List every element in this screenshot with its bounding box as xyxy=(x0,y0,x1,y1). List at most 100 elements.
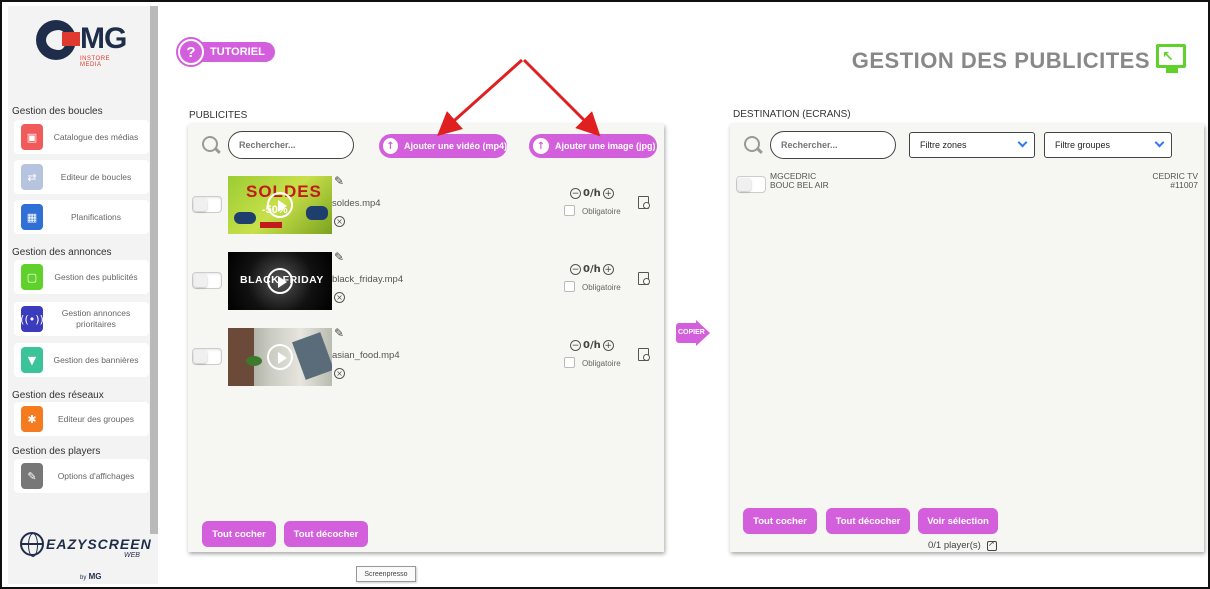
sidebar-item-media-catalog[interactable]: ▣ Catalogue des médias xyxy=(14,120,149,154)
media-catalog-icon: ▣ xyxy=(21,124,43,150)
ads-screen-icon: ▢ xyxy=(21,264,43,290)
sidebar-item-label: Planifications xyxy=(70,211,122,222)
publicites-search xyxy=(202,131,354,159)
ad-select-toggle[interactable] xyxy=(192,196,222,213)
uncheck-all-button[interactable]: Tout décocher xyxy=(284,521,368,547)
sidebar-item-group-editor[interactable]: ✱ Editeur des groupes xyxy=(14,402,149,436)
ad-thumbnail[interactable]: SOLDES -50% xyxy=(228,176,332,234)
section-title-players: Gestion des players xyxy=(12,446,101,457)
ad-thumbnail[interactable]: BLACK FRIDAY xyxy=(228,252,332,310)
delete-icon[interactable]: × xyxy=(334,292,345,303)
check-all-button[interactable]: Tout cocher xyxy=(202,521,276,547)
search-icon xyxy=(202,136,220,154)
tutorial-button[interactable]: ? TUTORIEL xyxy=(178,38,275,66)
add-video-button[interactable]: ↑ Ajouter une vidéo (mp4) xyxy=(379,134,507,158)
help-icon: ? xyxy=(178,39,204,65)
preview-icon[interactable] xyxy=(638,272,650,285)
increase-icon[interactable]: + xyxy=(602,340,614,351)
dest-check-all-button[interactable]: Tout cocher xyxy=(743,508,817,534)
eazyscreen-text: EAZYSCREEN xyxy=(46,536,152,552)
delete-icon[interactable]: × xyxy=(334,368,345,379)
ad-row: SOLDES -50% ✎ soldes.mp4 × −0/h + Obligat… xyxy=(192,174,652,238)
mandatory-checkbox[interactable] xyxy=(564,205,575,216)
play-icon[interactable] xyxy=(267,192,293,218)
globe-icon xyxy=(20,532,44,557)
ad-filename: black_friday.mp4 xyxy=(332,274,404,285)
sidebar-item-priority-announcements[interactable]: ((•)) Gestion annonces prioritaires xyxy=(14,302,149,336)
delete-icon[interactable]: × xyxy=(334,216,345,227)
sidebar-item-label: Gestion des publicités xyxy=(54,271,138,282)
edit-icon[interactable]: ✎ xyxy=(334,250,344,264)
publicites-label: PUBLICITES xyxy=(189,110,248,121)
duration-value: 0/h xyxy=(583,188,601,199)
player-screen: CEDRIC TV #11007 xyxy=(1152,172,1198,190)
duration-control: −0/h + xyxy=(570,188,614,199)
player-select-toggle[interactable] xyxy=(736,176,766,193)
sidebar-item-planifications[interactable]: ▦ Planifications xyxy=(14,200,149,234)
broadcast-icon: ((•)) xyxy=(20,306,44,332)
logo-text: MG xyxy=(80,22,127,55)
sidebar-item-label: Options d'affichages xyxy=(57,470,135,481)
decrease-icon[interactable]: − xyxy=(570,340,581,351)
mandatory-checkbox[interactable] xyxy=(564,281,575,292)
ad-row: BLACK FRIDAY ✎ black_friday.mp4 × −0/h + … xyxy=(192,250,652,314)
play-icon[interactable] xyxy=(267,268,293,294)
destination-search-input[interactable] xyxy=(770,131,896,159)
mandatory-label: Obligatoire xyxy=(582,283,621,292)
edit-icon[interactable]: ✎ xyxy=(334,326,344,340)
mandatory-checkbox[interactable] xyxy=(564,357,575,368)
ad-select-toggle[interactable] xyxy=(192,272,222,289)
copy-label: COPIER xyxy=(678,329,705,336)
by-brand: MG xyxy=(88,572,102,581)
sneaker-right xyxy=(306,206,328,220)
ad-thumbnail[interactable] xyxy=(228,328,332,386)
by-mg-logo: by MG xyxy=(80,572,101,581)
ad-row: ✎ asian_food.mp4 × −0/h + Obligatoire xyxy=(192,326,652,390)
increase-icon[interactable]: + xyxy=(602,188,614,199)
logo-wedge xyxy=(62,32,80,46)
upload-icon: ↑ xyxy=(383,138,398,154)
section-title-loops: Gestion des boucles xyxy=(12,106,103,117)
external-link-icon[interactable] xyxy=(986,539,997,551)
sidebar-item-ads[interactable]: ▢ Gestion des publicités xyxy=(14,260,149,294)
decrease-icon[interactable]: − xyxy=(570,188,581,199)
screenpresso-tooltip: Screenpresso xyxy=(356,566,416,582)
copy-button[interactable]: COPIER xyxy=(676,320,712,346)
sidebar-item-display-options[interactable]: ✎ Options d'affichages xyxy=(14,459,149,493)
sidebar-item-label: Editeur des groupes xyxy=(57,413,135,424)
duration-value: 0/h xyxy=(583,264,601,275)
ad-select-toggle[interactable] xyxy=(192,348,222,365)
add-image-button[interactable]: ↑ Ajouter une image (jpg) xyxy=(529,134,657,158)
sidebar-scrollbar[interactable] xyxy=(150,6,158,534)
chevron-down-icon xyxy=(1154,137,1165,148)
mandatory-label: Obligatoire xyxy=(582,207,621,216)
by-label: by xyxy=(80,575,87,581)
increase-icon[interactable]: + xyxy=(602,264,614,275)
decrease-icon[interactable]: − xyxy=(570,264,581,275)
preview-icon[interactable] xyxy=(638,196,650,209)
page-title: GESTION DES PUBLICITES xyxy=(851,48,1150,73)
publicites-search-input[interactable] xyxy=(228,131,354,159)
upload-icon: ↑ xyxy=(533,138,549,154)
mg-logo[interactable]: MG INSTORE MEDIA xyxy=(28,18,128,78)
duration-value: 0/h xyxy=(583,340,601,351)
sidebar-item-loop-editor[interactable]: ⇄ Editeur de boucles xyxy=(14,160,149,194)
sidebar-item-label: Gestion des bannières xyxy=(53,354,139,365)
view-selection-button[interactable]: Voir sélection xyxy=(918,508,998,534)
sidebar-item-label: Editeur de boucles xyxy=(60,171,132,182)
loop-editor-icon: ⇄ xyxy=(21,164,43,190)
sidebar-item-label: Gestion annonces prioritaires xyxy=(61,308,131,329)
section-title-announcements: Gestion des annonces xyxy=(12,247,112,258)
thumb-hand xyxy=(292,332,332,380)
calendar-icon: ▦ xyxy=(21,204,43,230)
preview-icon[interactable] xyxy=(638,348,650,361)
player-count: 0/1 player(s) xyxy=(928,539,997,551)
eazyscreen-web: WEB xyxy=(124,552,140,559)
edit-icon[interactable]: ✎ xyxy=(334,174,344,188)
group-filter-select[interactable]: Filtre groupes xyxy=(1044,132,1172,158)
search-icon xyxy=(744,136,762,154)
sidebar-item-banners[interactable]: ▼ Gestion des bannières xyxy=(14,343,149,377)
play-icon[interactable] xyxy=(267,344,293,370)
dest-uncheck-all-button[interactable]: Tout décocher xyxy=(826,508,910,534)
zone-filter-select[interactable]: Filtre zones xyxy=(909,132,1035,158)
